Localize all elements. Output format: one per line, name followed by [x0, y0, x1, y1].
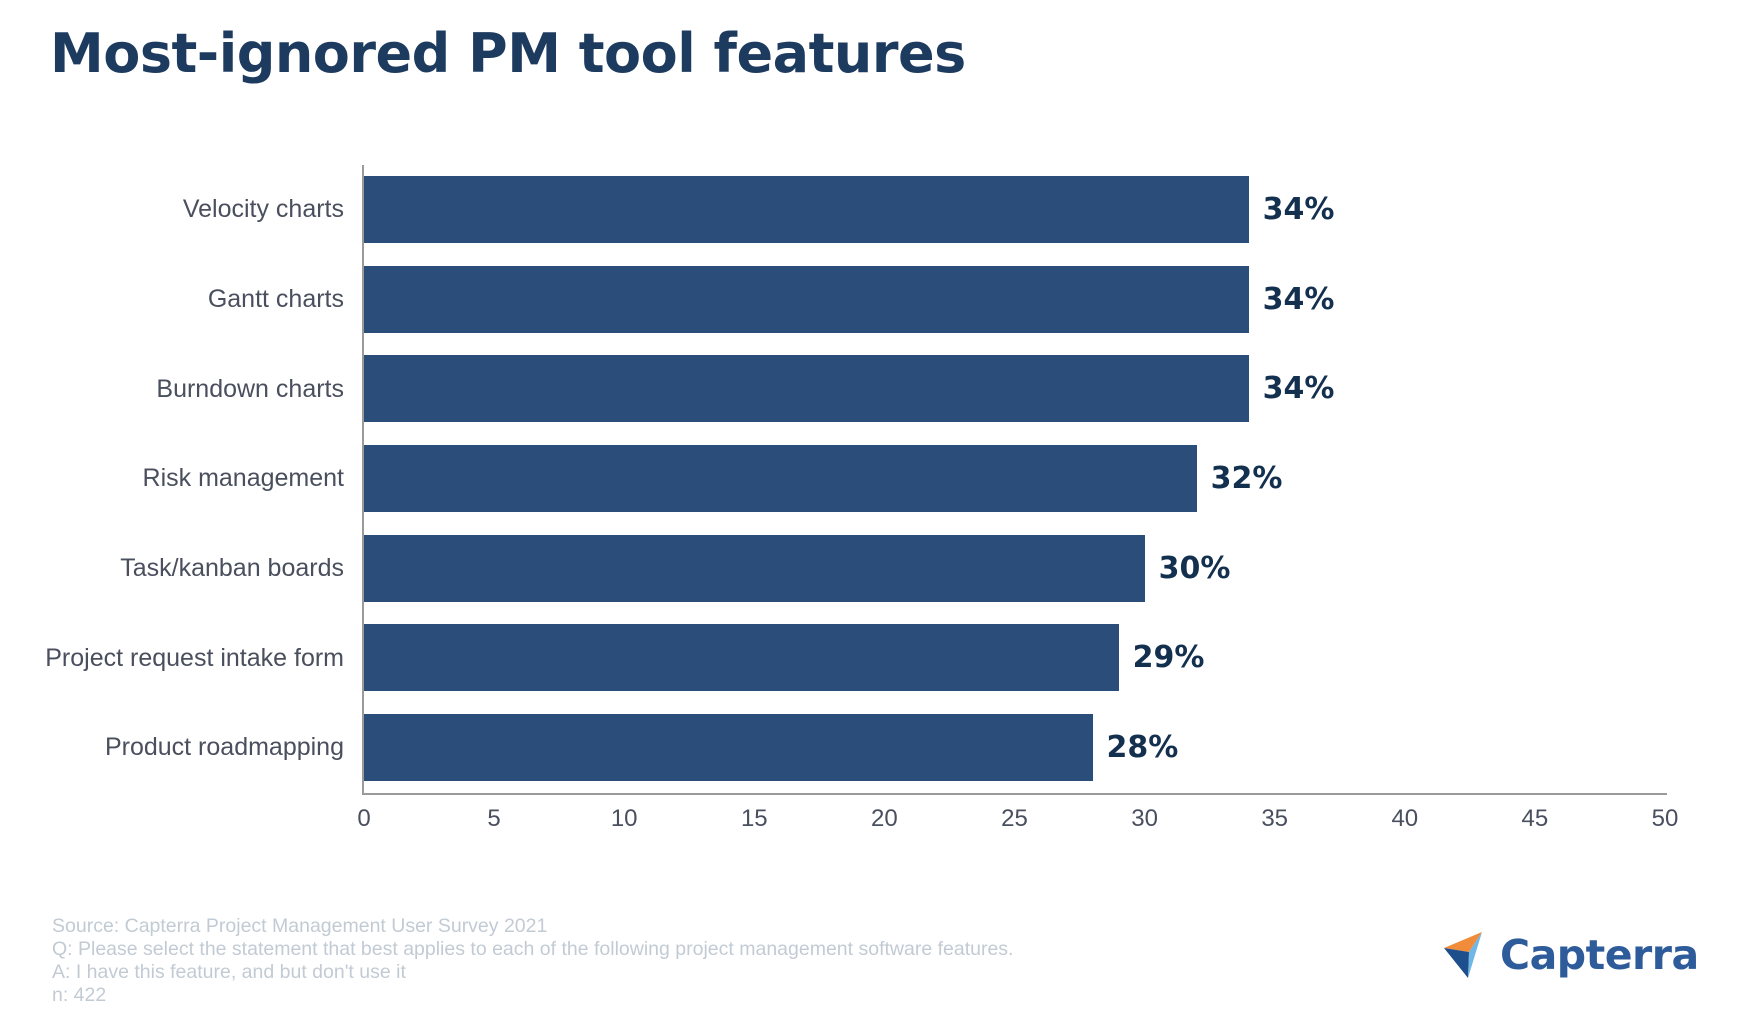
bar-with-value: 28%: [364, 714, 1179, 782]
x-tick-label: 40: [1391, 805, 1419, 832]
x-tick-label: 5: [487, 805, 501, 832]
bar-row: Risk management 32%: [0, 434, 1754, 524]
bar-value-label: 34%: [1262, 281, 1335, 317]
footnote-sample-size: n: 422: [52, 984, 107, 1006]
x-tick-label: 10: [610, 805, 638, 832]
bar-chart: Velocity charts 34% Gantt charts 34% Burndow…: [0, 150, 1754, 832]
bar-with-value: 34%: [364, 265, 1335, 333]
x-tick-label: 15: [740, 805, 768, 832]
bar: [364, 624, 1119, 692]
x-axis-line: [362, 793, 1667, 795]
bar: [364, 534, 1145, 602]
bar: [364, 445, 1197, 513]
bar-row: Velocity charts 34%: [0, 165, 1754, 255]
category-label: Burndown charts: [156, 374, 344, 403]
source-footnote: Source: Capterra Project Management User…: [52, 915, 1013, 1007]
category-label: Velocity charts: [182, 195, 344, 224]
bar-rows: Velocity charts 34% Gantt charts 34% Burndow…: [0, 165, 1754, 793]
bar-value-label: 34%: [1262, 371, 1335, 407]
x-tick-label: 35: [1261, 805, 1289, 832]
bar: [364, 176, 1249, 243]
category-label: Task/kanban boards: [120, 554, 344, 583]
bar-row: Product roadmapping 28%: [0, 703, 1754, 793]
bar-row: Project request intake form 29%: [0, 613, 1754, 703]
bar-value-label: 32%: [1210, 461, 1283, 497]
x-tick-label: 50: [1651, 805, 1679, 832]
x-tick-label: 45: [1521, 805, 1549, 832]
x-tick-label: 20: [871, 805, 898, 832]
footnote-answer: A: I have this feature, and but don't us…: [52, 961, 406, 983]
bar-with-value: 29%: [364, 624, 1205, 692]
category-label: Risk management: [142, 464, 344, 493]
x-axis-ticks: 0 5 10 15 20 25 30 35 40 45 50: [0, 805, 1754, 845]
chart-page: Most-ignored PM tool features Velocity c…: [0, 0, 1754, 1024]
bar-value-label: 28%: [1106, 730, 1179, 766]
category-label: Product roadmapping: [104, 733, 344, 762]
bar-value-label: 34%: [1262, 192, 1335, 227]
bar-with-value: 34%: [364, 355, 1335, 423]
bar-value-label: 29%: [1132, 640, 1205, 676]
category-label: Gantt charts: [207, 285, 344, 314]
x-tick-label: 0: [357, 805, 371, 832]
x-tick-label: 25: [1001, 805, 1028, 832]
bar-row: Burndown charts 34%: [0, 344, 1754, 434]
bar: [364, 714, 1093, 782]
footnote-source: Source: Capterra Project Management User…: [52, 915, 548, 937]
bar-with-value: 34%: [364, 176, 1334, 243]
category-label: Project request intake form: [45, 643, 344, 672]
capterra-logo: Capterra: [1442, 930, 1699, 980]
x-tick-label: 30: [1131, 805, 1158, 832]
page-title: Most-ignored PM tool features: [50, 22, 966, 85]
bar-value-label: 30%: [1158, 550, 1231, 586]
bar-row: Gantt charts 34%: [0, 255, 1754, 345]
footnote-question: Q: Please select the statement that best…: [52, 938, 1014, 960]
bar: [364, 355, 1249, 423]
bar: [364, 265, 1249, 333]
bar-with-value: 32%: [364, 445, 1283, 513]
capterra-wordmark: Capterra: [1500, 931, 1699, 979]
bar-row: Task/kanban boards 30%: [0, 524, 1754, 614]
bar-with-value: 30%: [364, 534, 1231, 602]
capterra-paper-plane-icon: [1442, 930, 1494, 980]
